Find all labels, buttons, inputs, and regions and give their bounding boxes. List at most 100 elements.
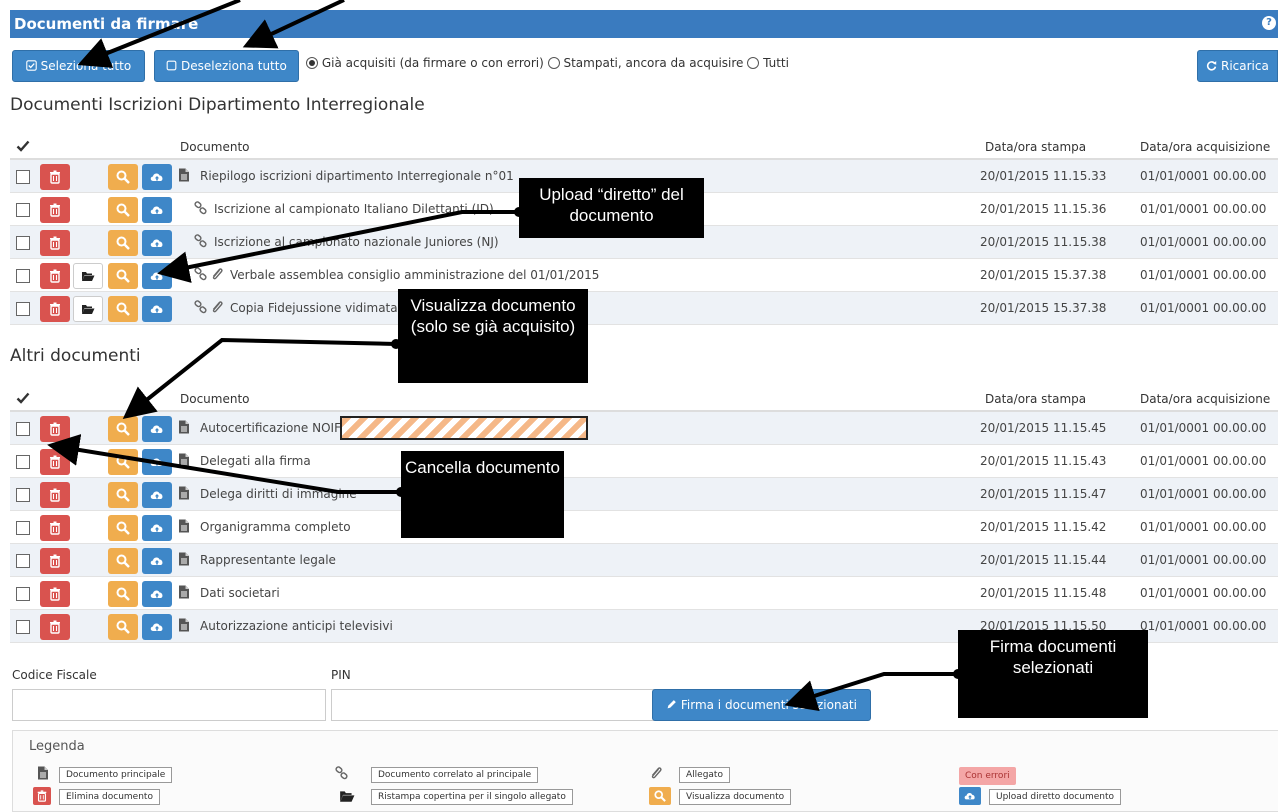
legend-cloud-icon-box: [959, 787, 981, 805]
cloud-upload-icon: [150, 236, 164, 250]
upload-button[interactable]: [142, 548, 172, 574]
row-checkbox[interactable]: [16, 170, 30, 184]
search-icon: [116, 269, 130, 283]
row-checkbox[interactable]: [16, 455, 30, 469]
delete-button[interactable]: [40, 416, 70, 442]
view-document-button[interactable]: [108, 548, 138, 574]
cloud-upload-icon: [150, 455, 164, 469]
delete-button[interactable]: [40, 515, 70, 541]
check-square-icon: [26, 60, 37, 71]
printed-date: 20/01/2015 11.15.47: [980, 487, 1107, 501]
callout-delete: Cancella documento: [401, 451, 564, 538]
row-checkbox[interactable]: [16, 269, 30, 283]
search-icon: [116, 203, 130, 217]
printed-date: 20/01/2015 11.15.38: [980, 235, 1107, 249]
reload-button[interactable]: Ricarica: [1197, 50, 1278, 82]
trash-icon: [48, 170, 62, 184]
trash-icon: [48, 236, 62, 250]
pin-input[interactable]: [331, 689, 677, 721]
reprint-cover-button[interactable]: [73, 263, 103, 289]
upload-button[interactable]: [142, 515, 172, 541]
upload-button[interactable]: [142, 449, 172, 475]
document-name: Iscrizione al campionato nazionale Junio…: [214, 235, 499, 249]
cloud-upload-icon: [150, 302, 164, 316]
view-document-button[interactable]: [108, 482, 138, 508]
delete-button[interactable]: [40, 230, 70, 256]
filter-label-acquired: Già acquisiti (da firmare o con errori): [321, 56, 544, 70]
row-checkbox[interactable]: [16, 521, 30, 535]
upload-button[interactable]: [142, 416, 172, 442]
section-title-interregional: Documenti Iscrizioni Dipartimento Interr…: [10, 95, 425, 115]
acquired-date: 01/01/0001 00.00.00: [1140, 301, 1267, 315]
document-name: Autorizzazione anticipi televisivi: [200, 619, 393, 633]
row-checkbox[interactable]: [16, 302, 30, 316]
search-icon: [116, 236, 130, 250]
view-document-button[interactable]: [108, 614, 138, 640]
folder-open-icon: [339, 788, 355, 804]
upload-button[interactable]: [142, 164, 172, 190]
related-document-icon: [335, 766, 349, 780]
search-icon: [116, 170, 130, 184]
legend-attachment: Allegato: [679, 767, 730, 783]
callout-view: Visualizza documento (solo se già acquis…: [398, 289, 588, 383]
delete-button[interactable]: [40, 197, 70, 223]
delete-button[interactable]: [40, 482, 70, 508]
delete-button[interactable]: [40, 581, 70, 607]
sign-documents-button[interactable]: Firma i documenti selezionati: [652, 689, 871, 721]
view-document-button[interactable]: [108, 581, 138, 607]
acquired-date: 01/01/0001 00.00.00: [1140, 235, 1267, 249]
row-checkbox[interactable]: [16, 203, 30, 217]
upload-button[interactable]: [142, 296, 172, 322]
filter-radio-printed[interactable]: [547, 57, 560, 69]
view-document-button[interactable]: [108, 449, 138, 475]
view-document-button[interactable]: [108, 164, 138, 190]
upload-button[interactable]: [142, 482, 172, 508]
upload-button[interactable]: [142, 197, 172, 223]
table-header-other: Documento Data/ora stampa Data/ora acqui…: [10, 386, 1278, 412]
upload-button[interactable]: [142, 263, 172, 289]
view-document-button[interactable]: [108, 296, 138, 322]
document-name: Autocertificazione NOIF: [200, 421, 341, 435]
view-document-button[interactable]: [108, 197, 138, 223]
deselect-all-button[interactable]: Deseleziona tutto: [154, 50, 299, 82]
delete-button[interactable]: [40, 614, 70, 640]
row-checkbox[interactable]: [16, 236, 30, 250]
filter-radio-all[interactable]: [747, 57, 760, 69]
search-icon: [116, 521, 130, 535]
select-all-button[interactable]: Seleziona tutto: [12, 50, 145, 82]
row-checkbox[interactable]: [16, 554, 30, 568]
row-checkbox[interactable]: [16, 620, 30, 634]
upload-button[interactable]: [142, 581, 172, 607]
search-icon: [116, 620, 130, 634]
acquired-date: 01/01/0001 00.00.00: [1140, 553, 1267, 567]
acquired-date: 01/01/0001 00.00.00: [1140, 454, 1267, 468]
question-circle-icon[interactable]: ?: [1262, 16, 1276, 30]
printed-date: 20/01/2015 15.37.38: [980, 268, 1107, 282]
row-checkbox[interactable]: [16, 587, 30, 601]
related-document-icon: [194, 300, 208, 314]
filter-radio-acquired[interactable]: [306, 57, 318, 69]
search-icon: [654, 790, 666, 802]
search-icon: [116, 488, 130, 502]
upload-button[interactable]: [142, 230, 172, 256]
acquired-date: 01/01/0001 00.00.00: [1140, 487, 1267, 501]
view-document-button[interactable]: [108, 416, 138, 442]
view-document-button[interactable]: [108, 263, 138, 289]
legend-errors-badge: Con errori: [959, 767, 1016, 785]
delete-button[interactable]: [40, 296, 70, 322]
attachment-icon: [210, 267, 224, 281]
delete-button[interactable]: [40, 548, 70, 574]
view-document-button[interactable]: [108, 230, 138, 256]
delete-button[interactable]: [40, 449, 70, 475]
search-icon: [116, 302, 130, 316]
codice-fiscale-input[interactable]: [12, 689, 326, 721]
view-document-button[interactable]: [108, 515, 138, 541]
delete-button[interactable]: [40, 164, 70, 190]
delete-button[interactable]: [40, 263, 70, 289]
row-checkbox[interactable]: [16, 422, 30, 436]
acquired-date: 01/01/0001 00.00.00: [1140, 520, 1267, 534]
row-checkbox[interactable]: [16, 488, 30, 502]
pin-label: PIN: [331, 668, 351, 682]
reprint-cover-button[interactable]: [73, 296, 103, 322]
upload-button[interactable]: [142, 614, 172, 640]
